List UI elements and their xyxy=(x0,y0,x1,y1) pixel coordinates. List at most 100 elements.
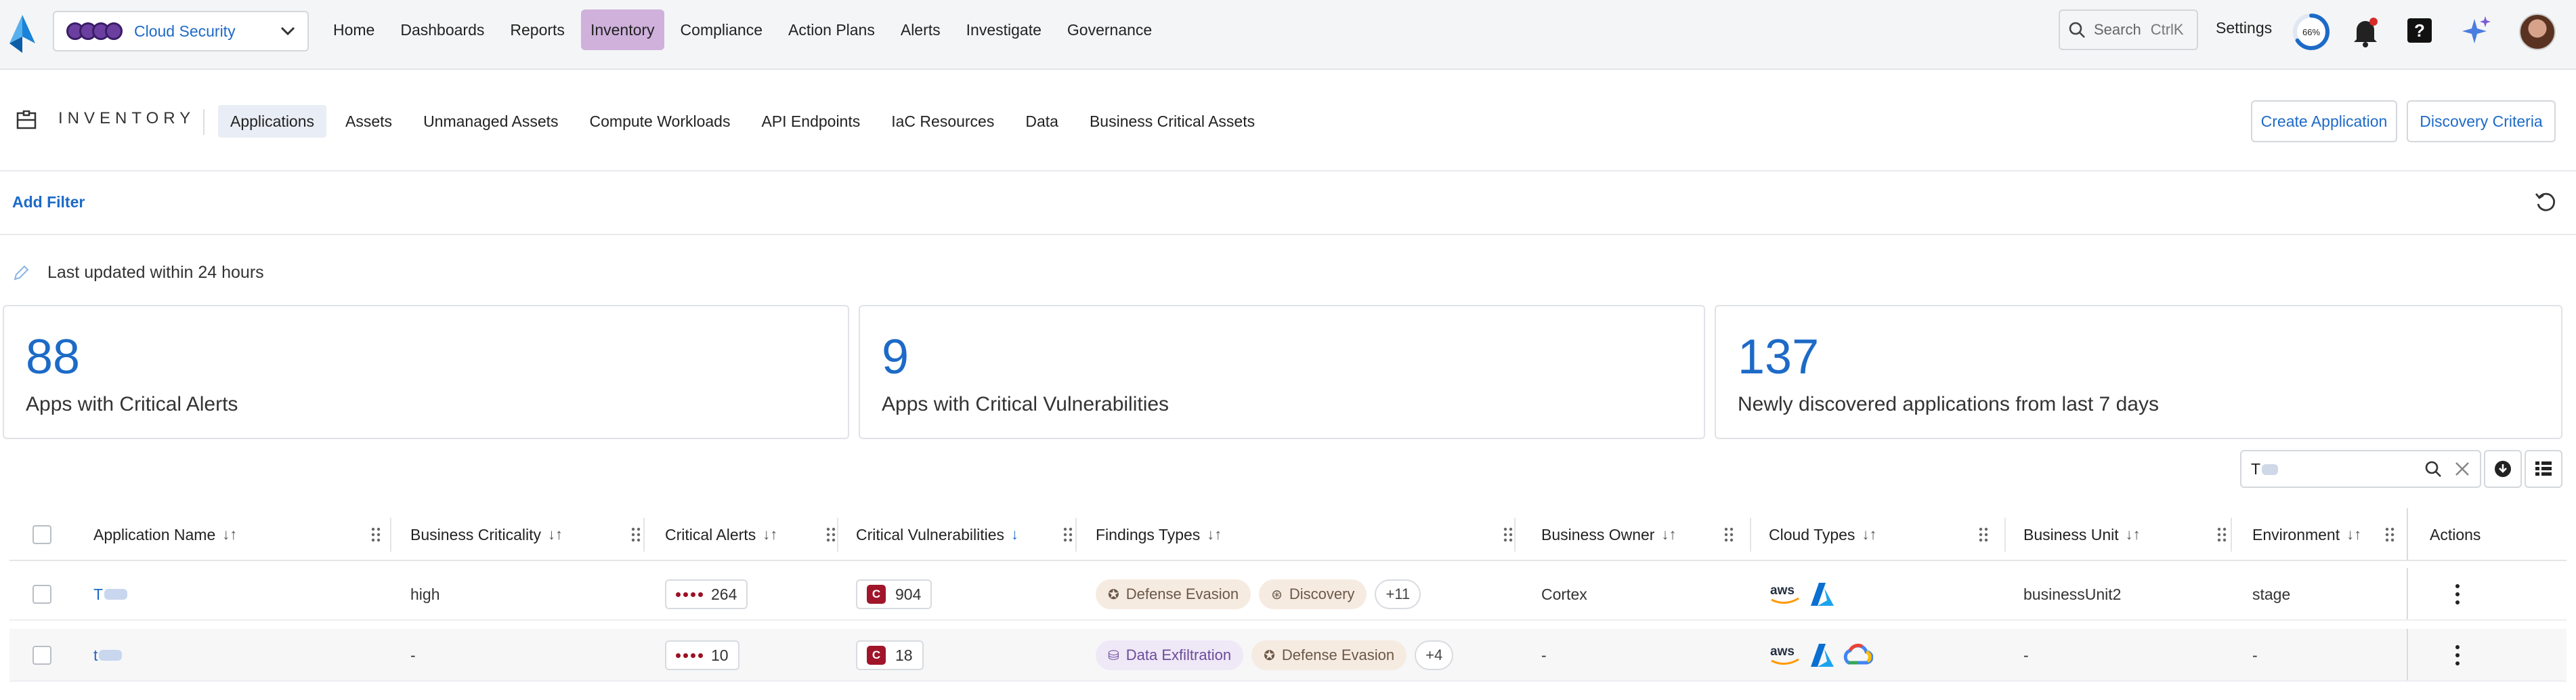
sort-icon[interactable]: ↓↑ xyxy=(548,526,563,543)
column-environment[interactable]: Environment ↓↑ xyxy=(2252,508,2405,561)
column-critical-vulnerabilities[interactable]: Critical Vulnerabilities ↓ xyxy=(856,508,1083,561)
drag-handle-icon[interactable] xyxy=(2217,527,2227,543)
reset-filters-icon[interactable] xyxy=(2534,190,2557,213)
stat-card-critical-vulnerabilities[interactable]: 9 Apps with Critical Vulnerabilities xyxy=(859,305,1705,439)
sort-icon[interactable]: ↓↑ xyxy=(2126,526,2141,543)
drag-handle-icon[interactable] xyxy=(1724,527,1734,543)
tab-applications[interactable]: Applications xyxy=(218,105,327,138)
nav-dashboards[interactable]: Dashboards xyxy=(391,9,494,50)
sort-icon[interactable]: ↓↑ xyxy=(222,526,237,543)
nav-home[interactable]: Home xyxy=(324,9,384,50)
stat-card-newly-discovered[interactable]: 137 Newly discovered applications from l… xyxy=(1715,305,2562,439)
help-icon[interactable]: ? xyxy=(2407,18,2432,43)
sort-icon[interactable]: ↓↑ xyxy=(2346,526,2361,543)
sort-icon[interactable]: ↓↑ xyxy=(763,526,777,543)
global-search[interactable]: Search CtrlK xyxy=(2059,9,2198,50)
drag-handle-icon[interactable] xyxy=(1979,527,1988,543)
table-row[interactable]: t - 10 C 18 ⛁ Data Exfiltration ✪ Defense … xyxy=(9,629,2567,682)
nav-alerts[interactable]: Alerts xyxy=(891,9,950,50)
tab-assets[interactable]: Assets xyxy=(333,105,404,138)
table-search-input[interactable]: T xyxy=(2240,450,2481,488)
column-separator[interactable] xyxy=(837,518,838,552)
tab-compute-workloads[interactable]: Compute Workloads xyxy=(578,105,743,138)
app-logo-icon[interactable] xyxy=(8,14,37,54)
row-actions-kebab-icon[interactable] xyxy=(2454,645,2461,665)
drag-handle-icon[interactable] xyxy=(1503,527,1513,543)
column-separator[interactable] xyxy=(1514,518,1516,552)
drag-handle-icon[interactable] xyxy=(2385,527,2395,543)
application-name-link[interactable]: t xyxy=(93,629,123,682)
column-separator[interactable] xyxy=(2004,518,2006,552)
sort-icon[interactable]: ↓↑ xyxy=(1862,526,1876,543)
column-separator[interactable] xyxy=(1075,518,1077,552)
column-business-owner[interactable]: Business Owner ↓↑ xyxy=(1541,508,1744,561)
column-separator[interactable] xyxy=(390,518,391,552)
critical-alerts-badge[interactable]: 264 xyxy=(665,579,748,609)
row-actions-kebab-icon[interactable] xyxy=(2454,584,2461,604)
drag-handle-icon[interactable] xyxy=(371,527,381,543)
svg-text:aws: aws xyxy=(1770,583,1795,598)
critical-vulnerabilities-badge[interactable]: C 18 xyxy=(856,640,924,670)
more-findings-badge[interactable]: +4 xyxy=(1415,640,1454,670)
column-separator[interactable] xyxy=(643,518,645,552)
settings-link[interactable]: Settings xyxy=(2216,19,2272,37)
row-checkbox[interactable] xyxy=(33,585,51,604)
column-settings-button[interactable] xyxy=(2525,450,2562,488)
business-unit-cell: - xyxy=(2023,646,2029,664)
user-avatar[interactable] xyxy=(2519,14,2556,50)
more-findings-badge[interactable]: +11 xyxy=(1375,579,1421,609)
nav-action-plans[interactable]: Action Plans xyxy=(779,9,884,50)
onboarding-progress[interactable]: 66% xyxy=(2292,12,2331,52)
column-separator[interactable] xyxy=(2231,518,2232,552)
column-findings-types[interactable]: Findings Types ↓↑ xyxy=(1096,508,1524,561)
row-checkbox[interactable] xyxy=(33,646,51,665)
drag-handle-icon[interactable] xyxy=(826,527,836,543)
finding-tag[interactable]: ⛁ Data Exfiltration xyxy=(1096,640,1244,670)
column-cloud-types[interactable]: Cloud Types ↓↑ xyxy=(1769,508,1999,561)
discovery-criteria-button[interactable]: Discovery Criteria xyxy=(2407,100,2556,142)
critical-alerts-count: 10 xyxy=(711,646,729,664)
clear-icon[interactable] xyxy=(2454,461,2470,477)
add-filter-button[interactable]: Add Filter xyxy=(12,193,85,211)
sort-icon[interactable]: ↓↑ xyxy=(1661,526,1676,543)
environment-cell: stage xyxy=(2252,585,2291,603)
nav-reports[interactable]: Reports xyxy=(500,9,574,50)
business-criticality-cell: - xyxy=(410,646,416,664)
drag-handle-icon[interactable] xyxy=(1063,527,1073,543)
tab-api-endpoints[interactable]: API Endpoints xyxy=(749,105,872,138)
nav-compliance[interactable]: Compliance xyxy=(671,9,772,50)
nav-governance[interactable]: Governance xyxy=(1058,9,1161,50)
critical-alerts-badge[interactable]: 10 xyxy=(665,640,739,670)
critical-vulnerabilities-badge[interactable]: C 904 xyxy=(856,579,932,609)
search-icon[interactable] xyxy=(2424,460,2442,478)
tab-data[interactable]: Data xyxy=(1013,105,1071,138)
inventory-header: INVENTORY Applications Assets Unmanaged … xyxy=(0,70,2576,171)
column-critical-alerts[interactable]: Critical Alerts ↓↑ xyxy=(665,508,846,561)
tab-unmanaged-assets[interactable]: Unmanaged Assets xyxy=(411,105,570,138)
table-row[interactable]: T high 264 C 904 ✪ Defense Evasion ⊛ Disco… xyxy=(9,568,2567,621)
business-owner-cell: - xyxy=(1541,646,1547,664)
stat-card-critical-alerts[interactable]: 88 Apps with Critical Alerts xyxy=(3,305,849,439)
create-application-button[interactable]: Create Application xyxy=(2251,100,2397,142)
finding-tag[interactable]: ✪ Defense Evasion xyxy=(1251,640,1407,670)
nav-investigate[interactable]: Investigate xyxy=(957,9,1051,50)
tab-business-critical-assets[interactable]: Business Critical Assets xyxy=(1077,105,1267,138)
notifications-bell-icon[interactable] xyxy=(2351,16,2380,49)
column-application-name[interactable]: Application Name ↓↑ xyxy=(93,508,391,561)
download-button[interactable] xyxy=(2484,450,2522,488)
application-name-link[interactable]: T xyxy=(93,568,128,621)
sort-descending-icon[interactable]: ↓ xyxy=(1011,526,1018,543)
ai-assistant-sparkle-icon[interactable] xyxy=(2461,15,2492,46)
drag-handle-icon[interactable] xyxy=(631,527,641,543)
column-business-unit[interactable]: Business Unit ↓↑ xyxy=(2023,508,2237,561)
stat-label: Apps with Critical Alerts xyxy=(26,393,238,415)
nav-inventory[interactable]: Inventory xyxy=(580,9,664,50)
column-business-criticality[interactable]: Business Criticality ↓↑ xyxy=(410,508,651,561)
column-separator[interactable] xyxy=(1750,518,1751,552)
tab-iac-resources[interactable]: IaC Resources xyxy=(879,105,1006,138)
tenant-selector[interactable]: Cloud Security xyxy=(53,11,309,52)
select-all-checkbox[interactable] xyxy=(33,525,51,544)
sort-icon[interactable]: ↓↑ xyxy=(1207,526,1222,543)
finding-tag[interactable]: ✪ Defense Evasion xyxy=(1096,579,1251,609)
finding-tag[interactable]: ⊛ Discovery xyxy=(1259,579,1367,609)
